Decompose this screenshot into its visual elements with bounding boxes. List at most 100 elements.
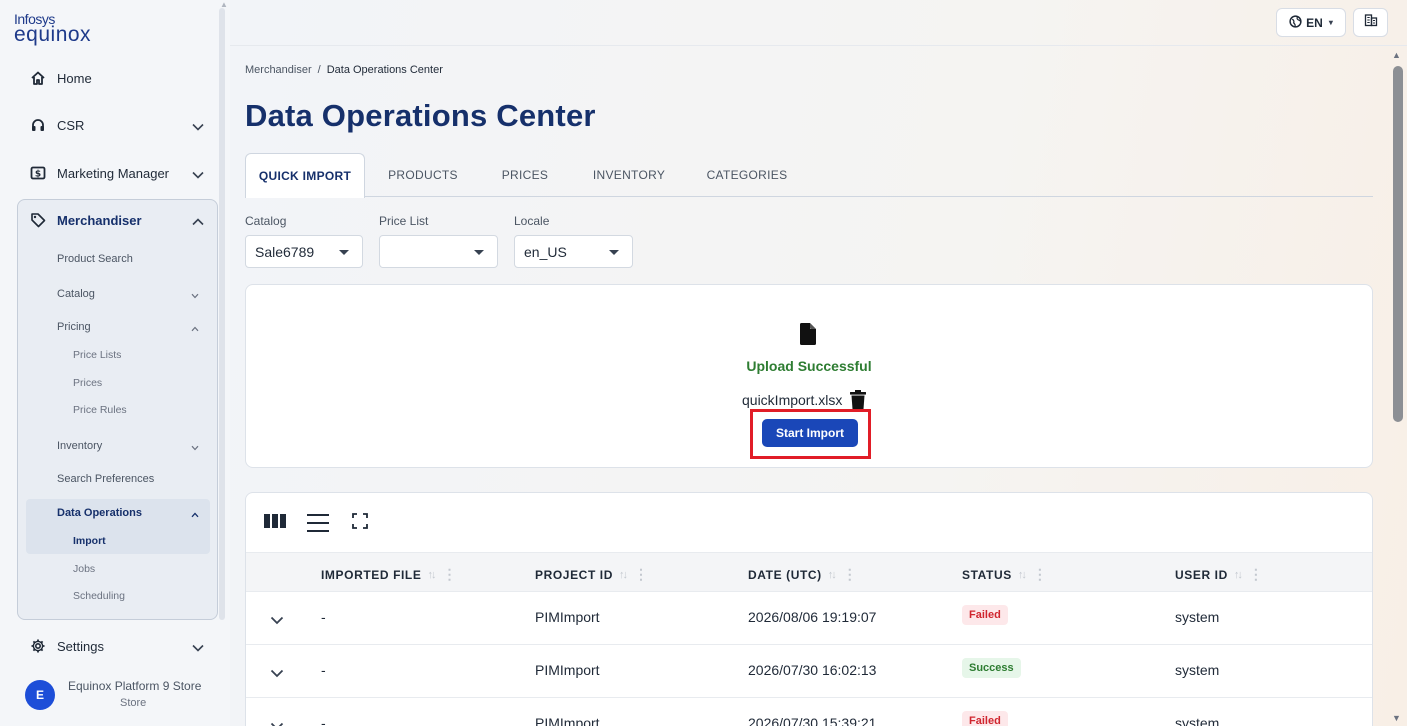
sidebar-item-csr[interactable]: CSR [18,107,216,143]
caret-down-icon [474,250,484,255]
status-badge: Failed [962,605,1008,625]
sidebar-item-settings-label: Settings [57,638,104,654]
language-selector[interactable]: EN ▾ [1276,8,1346,37]
sidebar-scrollbar[interactable] [219,8,225,620]
tab-quick-import[interactable]: QUICK IMPORT [245,153,365,198]
gear-icon [26,638,50,654]
sidebar-item-data-operations-label: Data Operations [57,507,142,519]
cell-imported-file: - [321,662,326,678]
sidebar-item-search-preferences[interactable]: Search Preferences [57,473,154,485]
language-label: EN [1306,15,1323,30]
table-header: IMPORTED FILE ↑↓ ⋮ PROJECT ID ↑↓ ⋮ DATE (UTC… [246,552,1372,592]
headset-icon [26,117,50,133]
page-title: Data Operations Center [245,98,596,133]
column-menu-icon[interactable]: ⋮ [1033,566,1047,583]
price-list-select[interactable] [379,235,498,268]
import-history-table: IMPORTED FILE ↑↓ ⋮ PROJECT ID ↑↓ ⋮ DATE (UTC… [245,492,1373,726]
dollar-bill-icon: $ [26,166,50,180]
brand-logo[interactable]: Infosys equinox [14,12,91,45]
column-header-label: PROJECT ID [535,567,614,582]
sidebar-item-inventory[interactable]: Inventory [57,440,202,452]
catalog-select[interactable]: Sale6789 [245,235,363,268]
user-store-label: Store [120,697,147,709]
chevron-down-icon [191,290,199,302]
globe-icon [1289,14,1302,31]
cell-date: 2026/08/06 19:19:07 [748,609,877,625]
sidebar-item-inventory-label: Inventory [57,440,103,452]
sidebar-item-product-search[interactable]: Product Search [57,253,133,265]
column-menu-icon[interactable]: ⋮ [1249,566,1263,583]
breadcrumb-current: Data Operations Center [326,64,443,76]
density-icon[interactable] [307,513,329,538]
column-header-user-id[interactable]: USER ID ↑↓ ⋮ [1175,566,1263,583]
chevron-down-icon [192,119,204,134]
sidebar-item-merchandiser[interactable]: Merchandiser [18,202,216,238]
sidebar-item-home-label: Home [57,70,92,86]
brand-line-2: equinox [14,23,92,46]
sort-icon[interactable]: ↑↓ [1018,569,1027,581]
column-header-imported-file[interactable]: IMPORTED FILE ↑↓ ⋮ [321,566,456,583]
file-icon [800,323,816,350]
main-scrollbar-thumb[interactable] [1393,66,1403,422]
price-list-label: Price List [379,214,429,228]
tag-icon [26,212,50,228]
catalog-label: Catalog [245,214,287,228]
catalog-select-value: Sale6789 [255,244,315,260]
uploaded-file-row: quickImport.xlsx [742,389,867,411]
column-menu-icon[interactable]: ⋮ [634,566,648,583]
sidebar-item-import[interactable]: Import [73,535,106,547]
scroll-down-icon[interactable]: ▼ [1392,713,1401,723]
tab-inventory[interactable]: INVENTORY [584,153,674,197]
user-name: Equinox Platform 9 Store [68,679,202,693]
tab-products[interactable]: PRODUCTS [380,153,466,197]
table-row[interactable]: - PIMImport 2026/07/30 15:39:21 Failed s… [246,698,1372,726]
chevron-down-icon[interactable] [270,665,284,683]
sidebar-item-price-lists[interactable]: Price Lists [73,349,121,361]
status-badge: Failed [962,711,1008,726]
chevron-down-icon[interactable] [270,718,284,726]
upload-panel: Upload Successful quickImport.xlsx Start… [245,284,1373,468]
sidebar-item-catalog[interactable]: Catalog [57,288,202,300]
locale-label: Locale [514,214,550,228]
chevron-down-icon[interactable] [270,612,284,630]
sidebar-item-csr-label: CSR [57,117,85,133]
sidebar-item-pricing[interactable]: Pricing [57,321,202,333]
chevron-down-icon [191,442,199,454]
chevron-down-icon [192,167,204,182]
table-row[interactable]: - PIMImport 2026/07/30 16:02:13 Success … [246,645,1372,698]
sort-icon[interactable]: ↑↓ [828,569,837,581]
sidebar-item-data-operations[interactable]: Data Operations [57,507,202,519]
column-header-status[interactable]: STATUS ↑↓ ⋮ [962,566,1047,583]
columns-icon[interactable] [264,513,286,534]
scroll-up-icon[interactable]: ▲ [1392,50,1401,60]
column-header-label: IMPORTED FILE [321,567,422,582]
sidebar-item-scheduling[interactable]: Scheduling [73,590,125,602]
sort-icon[interactable]: ↑↓ [619,569,628,581]
caret-down-icon [339,250,349,255]
start-import-button[interactable]: Start Import [762,419,858,447]
column-header-project-id[interactable]: PROJECT ID ↑↓ ⋮ [535,566,648,583]
sidebar-item-jobs[interactable]: Jobs [73,563,95,575]
table-row[interactable]: - PIMImport 2026/08/06 19:19:07 Failed s… [246,592,1372,645]
breadcrumb-parent[interactable]: Merchandiser [245,64,312,76]
fullscreen-icon[interactable] [352,513,368,534]
sidebar-item-prices[interactable]: Prices [73,377,102,389]
sidebar-item-settings[interactable]: Settings [18,628,216,664]
sidebar-item-price-rules[interactable]: Price Rules [73,404,127,416]
tab-prices[interactable]: PRICES [493,153,557,197]
locale-select[interactable]: en_US [514,235,633,268]
trash-icon[interactable] [850,390,867,410]
column-menu-icon[interactable]: ⋮ [843,566,857,583]
sidebar-item-marketing-manager[interactable]: $ Marketing Manager [18,155,216,191]
sidebar-item-home[interactable]: Home [18,60,216,96]
chevron-up-icon [191,509,199,521]
sort-icon[interactable]: ↑↓ [427,569,436,581]
column-menu-icon[interactable]: ⋮ [442,566,456,583]
user-profile[interactable]: E Equinox Platform 9 Store Store [0,668,230,726]
cell-imported-file: - [321,715,326,726]
sort-icon[interactable]: ↑↓ [1234,569,1243,581]
cell-project-id: PIMImport [535,609,600,625]
tab-categories[interactable]: CATEGORIES [699,153,795,197]
store-switcher-button[interactable] [1353,8,1388,37]
column-header-date[interactable]: DATE (UTC) ↑↓ ⋮ [748,566,857,583]
